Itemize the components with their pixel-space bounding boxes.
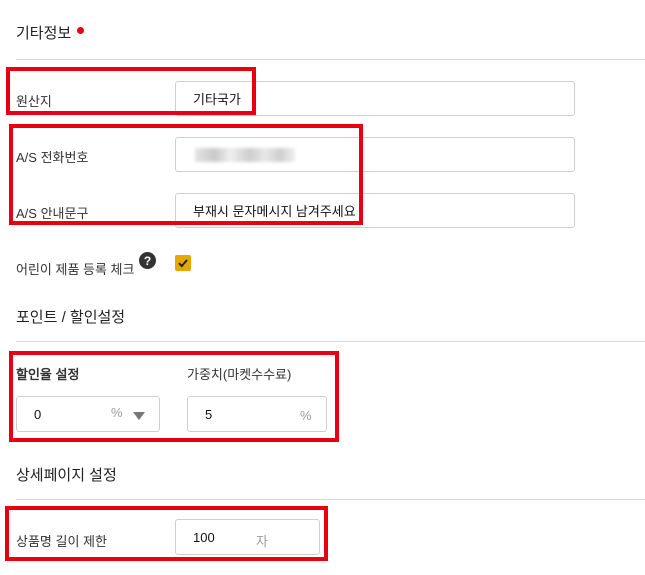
checkmark-icon bbox=[178, 259, 188, 268]
section-divider bbox=[16, 499, 645, 500]
kids-product-checkbox[interactable] bbox=[175, 255, 191, 271]
section-title-point-discount: 포인트 / 할인설정 bbox=[16, 309, 126, 326]
highlight-box-as bbox=[9, 124, 363, 225]
help-icon[interactable]: ? bbox=[139, 252, 156, 269]
section-title-extra-info: 기타정보 bbox=[16, 25, 72, 42]
section-title-detail-page: 상세페이지 설정 bbox=[16, 467, 117, 484]
highlight-box-origin bbox=[6, 67, 256, 115]
required-dot-icon bbox=[77, 27, 84, 34]
section-divider bbox=[16, 59, 645, 60]
kids-product-label: 어린이 제품 등록 체크 bbox=[16, 262, 135, 277]
highlight-box-detail bbox=[5, 506, 328, 561]
section-divider bbox=[16, 341, 645, 342]
highlight-box-discount bbox=[9, 351, 339, 442]
